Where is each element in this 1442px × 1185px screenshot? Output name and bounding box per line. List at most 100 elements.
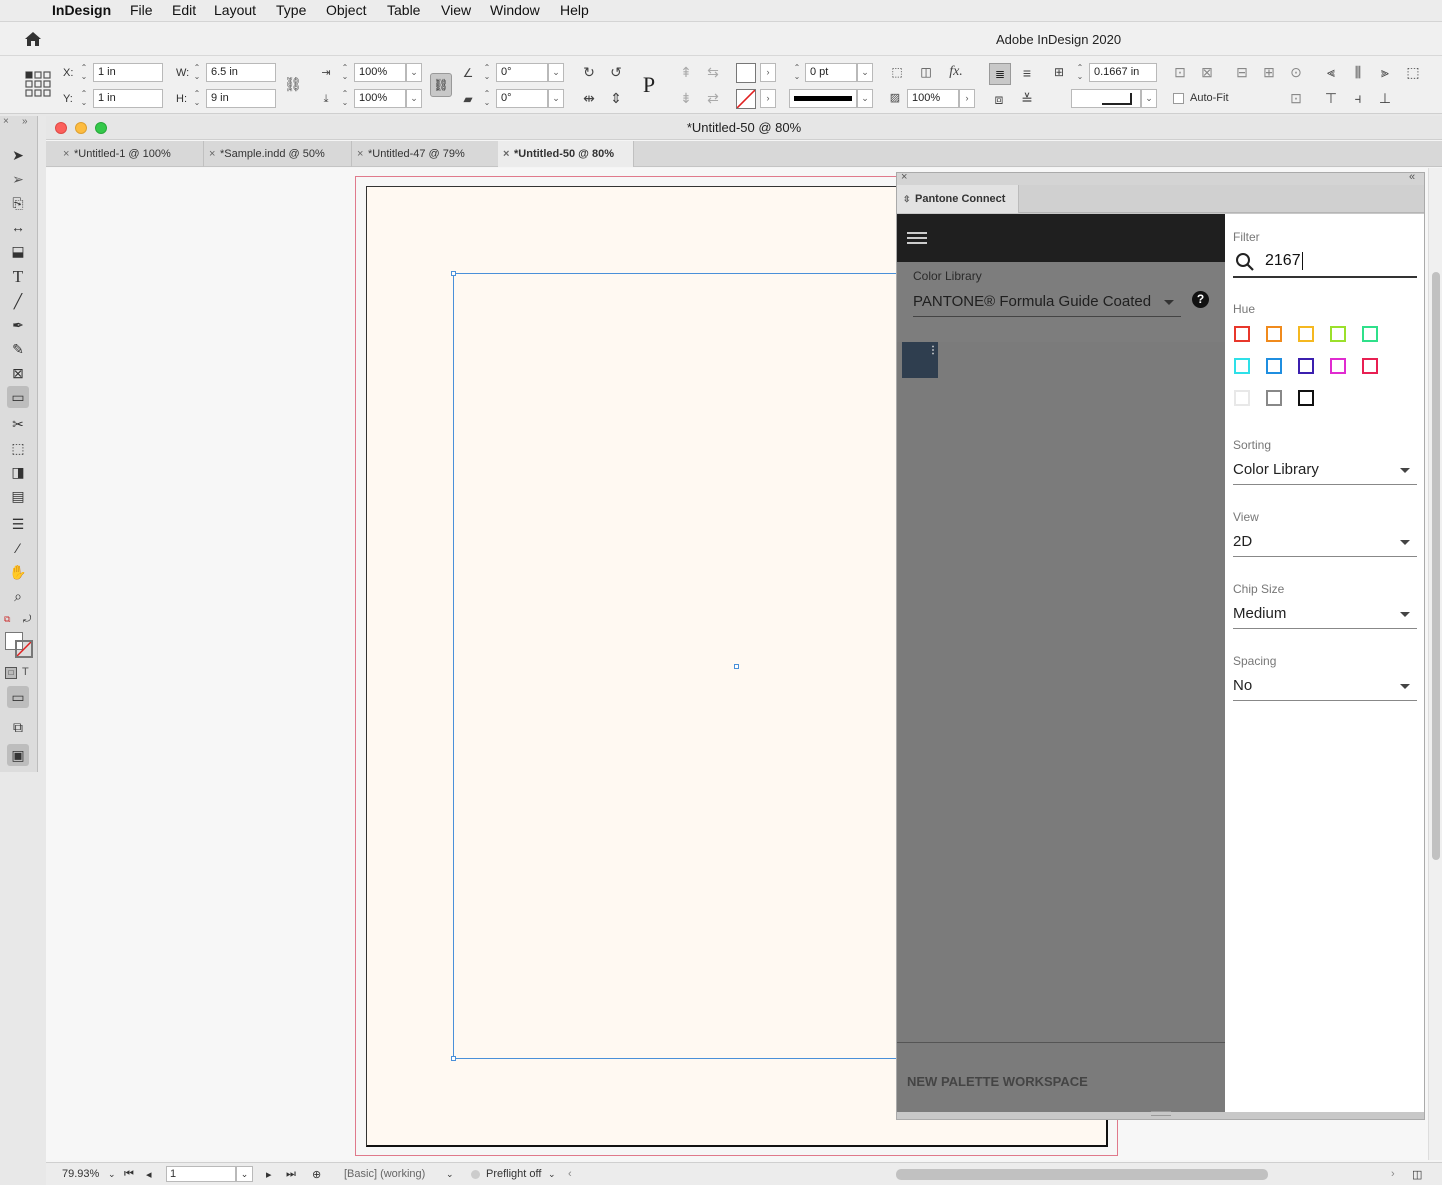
select-previous-icon[interactable]: ⇆ bbox=[703, 62, 723, 82]
menu-layout[interactable]: Layout bbox=[214, 2, 256, 18]
menu-table[interactable]: Table bbox=[387, 2, 420, 18]
hue-swatch[interactable] bbox=[1362, 358, 1378, 374]
vertical-scroll-thumb[interactable] bbox=[1432, 272, 1440, 860]
swap-colors-icon[interactable]: ⤾ bbox=[23, 614, 31, 625]
hue-swatch[interactable] bbox=[1298, 326, 1314, 342]
rotate-cw-icon[interactable]: ↻ bbox=[579, 62, 599, 82]
menu-help[interactable]: Help bbox=[560, 2, 589, 18]
align-horizontal-center-icon[interactable]: ⫼ bbox=[1348, 62, 1368, 82]
align-bottom-icon[interactable]: ⊥ bbox=[1375, 88, 1395, 108]
shadow-box-icon[interactable]: ◫ bbox=[916, 62, 936, 82]
zoom-dropdown-icon[interactable]: ⌄ bbox=[108, 1169, 116, 1180]
align-options-icon[interactable]: ⬚ bbox=[1403, 62, 1423, 82]
stroke-dropdown-icon[interactable]: › bbox=[760, 89, 776, 108]
hue-swatch[interactable] bbox=[1266, 390, 1282, 406]
close-tab-icon[interactable]: × bbox=[63, 141, 69, 167]
hamburger-menu-icon[interactable] bbox=[907, 230, 927, 246]
chip-more-icon[interactable]: ⋮ bbox=[928, 345, 938, 356]
spacing-dropdown-icon[interactable] bbox=[1400, 684, 1410, 689]
gutter-stepper-icon[interactable]: ⌃ ⌄ bbox=[1074, 63, 1086, 82]
text-wrap-icon[interactable]: ⧈ bbox=[989, 89, 1009, 109]
y-input[interactable]: 1 in bbox=[93, 89, 163, 108]
fill-swatch-icon[interactable] bbox=[736, 63, 756, 83]
hue-swatch[interactable] bbox=[1234, 390, 1250, 406]
fit-frame-icon[interactable]: ⊠ bbox=[1197, 62, 1217, 82]
scale-y-input[interactable]: 100% bbox=[354, 89, 406, 108]
new-palette-workspace[interactable]: NEW PALETTE WORKSPACE bbox=[907, 1074, 1088, 1089]
shear-input[interactable]: 0° bbox=[496, 89, 548, 108]
scale-y-dropdown-icon[interactable]: ⌄ bbox=[406, 89, 422, 108]
gutter-input[interactable]: 0.1667 in bbox=[1089, 63, 1157, 82]
text-wrap-off-icon[interactable]: ≚ bbox=[1017, 89, 1037, 109]
vertical-scrollbar[interactable] bbox=[1428, 168, 1442, 1160]
hue-swatch[interactable] bbox=[1234, 326, 1250, 342]
stroke-none-icon[interactable] bbox=[15, 640, 33, 658]
menu-edit[interactable]: Edit bbox=[172, 2, 196, 18]
close-tab-icon[interactable]: × bbox=[357, 141, 363, 167]
constrain-scale-icon[interactable]: ⛓ bbox=[430, 73, 452, 97]
content-collector-tool-icon[interactable]: ⬓ bbox=[7, 240, 29, 262]
hue-swatch[interactable] bbox=[1234, 358, 1250, 374]
preflight-dropdown-icon[interactable]: ⌄ bbox=[548, 1169, 556, 1180]
scale-x-stepper-icon[interactable]: ⌃ ⌄ bbox=[339, 63, 351, 82]
tab-untitled-50[interactable]: × *Untitled-50 @ 80% bbox=[498, 141, 634, 167]
sorting-dropdown-icon[interactable] bbox=[1400, 468, 1410, 473]
rectangle-frame-tool-icon[interactable]: ⊠ bbox=[7, 362, 29, 384]
opacity-input[interactable]: 100% bbox=[907, 89, 959, 108]
align-vertical-center-icon[interactable]: ⫞ bbox=[1348, 88, 1368, 108]
preview-mode-icon[interactable]: ▣ bbox=[7, 744, 29, 766]
hue-swatch[interactable] bbox=[1266, 358, 1282, 374]
last-page-icon[interactable]: ⏭ bbox=[286, 1168, 296, 1181]
h-stepper-icon[interactable]: ⌃ ⌄ bbox=[191, 89, 203, 108]
stroke-type-dropdown-icon[interactable]: ⌄ bbox=[857, 89, 873, 108]
menu-window[interactable]: Window bbox=[490, 2, 540, 18]
hue-swatch[interactable] bbox=[1330, 326, 1346, 342]
hue-swatch[interactable] bbox=[1298, 358, 1314, 374]
page-dropdown-icon[interactable]: ⌄ bbox=[236, 1166, 253, 1182]
tab-untitled-47[interactable]: × *Untitled-47 @ 79% bbox=[352, 141, 500, 167]
profile-dropdown-icon[interactable]: ⌄ bbox=[446, 1169, 454, 1180]
content-aware-fit-icon[interactable]: ⊡ bbox=[1286, 88, 1306, 108]
align-text-center-icon[interactable]: ≡ bbox=[1017, 63, 1037, 83]
select-container-icon[interactable]: ⇞ bbox=[676, 62, 696, 82]
stroke-swatch-none-icon[interactable] bbox=[736, 89, 756, 109]
frame-handle[interactable] bbox=[451, 271, 456, 276]
auto-fit-checkbox[interactable] bbox=[1173, 93, 1184, 104]
spacing-select[interactable]: No bbox=[1233, 677, 1252, 694]
default-colors-icon[interactable]: ⧉ bbox=[4, 614, 10, 625]
tab-pantone-connect[interactable]: ⇳ Pantone Connect bbox=[897, 185, 1019, 213]
close-tab-icon[interactable]: × bbox=[209, 141, 215, 167]
frame-center-point[interactable] bbox=[734, 664, 739, 669]
fit-content-icon[interactable]: ⊡ bbox=[1170, 62, 1190, 82]
formatting-text-icon[interactable]: T bbox=[22, 666, 29, 678]
first-page-icon[interactable]: ⏮ bbox=[124, 1168, 134, 1181]
page-number-input[interactable]: 1 bbox=[166, 1166, 236, 1182]
rotate-ccw-icon[interactable]: ↺ bbox=[606, 62, 626, 82]
select-content-icon[interactable]: ⇟ bbox=[676, 88, 696, 108]
w-input[interactable]: 6.5 in bbox=[206, 63, 276, 82]
fill-frame-icon[interactable]: ⊟ bbox=[1232, 62, 1252, 82]
frame-type-dropdown-icon[interactable]: ⌄ bbox=[1141, 89, 1157, 108]
screen-mode-icon[interactable]: ⧉ bbox=[7, 716, 29, 738]
shear-stepper-icon[interactable]: ⌃ ⌄ bbox=[481, 89, 493, 108]
zoom-tool-icon[interactable]: ⌕ bbox=[7, 585, 29, 607]
flip-horizontal-icon[interactable]: ⇹ bbox=[579, 88, 599, 108]
stroke-weight-stepper-icon[interactable]: ⌃ ⌄ bbox=[791, 63, 803, 82]
rotate-dropdown-icon[interactable]: ⌄ bbox=[548, 63, 564, 82]
toolbox-close-icon[interactable]: × bbox=[3, 116, 9, 127]
constrain-proportions-icon[interactable]: ⛓ bbox=[283, 74, 303, 94]
note-tool-icon[interactable]: ☰ bbox=[7, 513, 29, 535]
w-stepper-icon[interactable]: ⌃ ⌄ bbox=[191, 63, 203, 82]
rotate-input[interactable]: 0° bbox=[496, 63, 548, 82]
preflight-profile[interactable]: [Basic] (working) bbox=[344, 1168, 425, 1180]
horizontal-scroll-thumb[interactable] bbox=[896, 1169, 1268, 1180]
scale-x-input[interactable]: 100% bbox=[354, 63, 406, 82]
gradient-swatch-tool-icon[interactable]: ◨ bbox=[7, 461, 29, 483]
type-tool-icon[interactable]: T bbox=[7, 266, 29, 288]
scale-x-dropdown-icon[interactable]: ⌄ bbox=[406, 63, 422, 82]
align-right-icon[interactable]: ⫸ bbox=[1375, 62, 1395, 82]
fill-dropdown-icon[interactable]: › bbox=[760, 63, 776, 82]
color-library-select[interactable]: PANTONE® Formula Guide Coated bbox=[913, 293, 1151, 310]
scissors-tool-icon[interactable]: ✂ bbox=[7, 413, 29, 435]
rectangle-tool-icon[interactable]: ▭ bbox=[7, 386, 29, 408]
